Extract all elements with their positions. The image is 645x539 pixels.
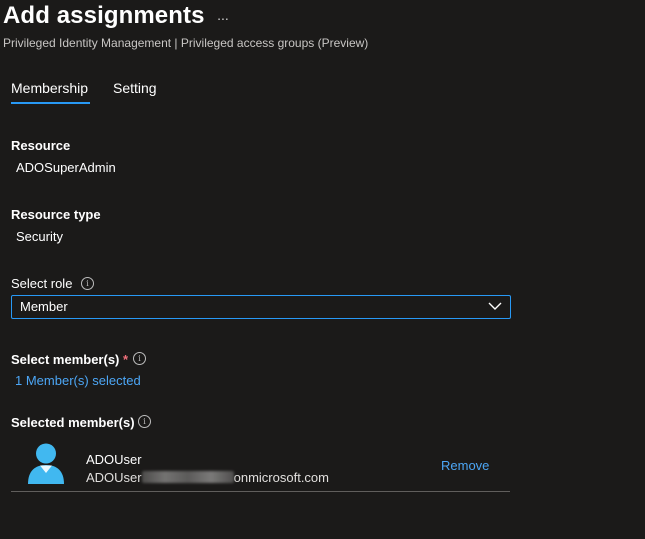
info-icon[interactable]: i — [133, 352, 146, 365]
select-members-label: Select member(s) * — [11, 352, 128, 367]
ellipsis-icon: ... — [217, 7, 229, 23]
row-divider — [11, 491, 510, 492]
resource-label: Resource — [11, 138, 71, 153]
select-role-label: Select role — [11, 276, 73, 291]
member-name: ADOUser — [86, 452, 142, 467]
member-upn-suffix: onmicrosoft.com — [233, 470, 329, 485]
member-upn: ADOUser onmicrosoft.com — [86, 470, 329, 485]
info-icon[interactable]: i — [81, 277, 94, 290]
tab-setting[interactable]: Setting — [113, 80, 157, 96]
members-selected-link[interactable]: 1 Member(s) selected — [15, 373, 141, 388]
selected-members-label: Selected member(s) — [11, 415, 135, 430]
resource-type-label: Resource type — [11, 207, 101, 222]
role-dropdown-value: Member — [20, 299, 68, 314]
tab-membership[interactable]: Membership — [11, 80, 88, 96]
page-title: Add assignments — [3, 2, 205, 29]
breadcrumb: Privileged Identity Management | Privile… — [3, 36, 369, 50]
user-avatar-icon — [28, 443, 64, 484]
resource-type-value: Security — [16, 229, 63, 244]
remove-member-button[interactable]: Remove — [441, 458, 489, 473]
info-icon[interactable]: i — [138, 415, 151, 428]
chevron-down-icon — [488, 302, 502, 310]
active-tab-indicator — [11, 102, 90, 104]
more-options-button[interactable]: ... — [214, 6, 232, 24]
role-dropdown[interactable]: Member — [11, 295, 511, 319]
select-members-label-text: Select member(s) — [11, 352, 120, 367]
required-marker: * — [123, 352, 129, 367]
redacted-text — [141, 471, 234, 483]
resource-value: ADOSuperAdmin — [16, 160, 116, 175]
member-upn-prefix: ADOUser — [86, 470, 142, 485]
